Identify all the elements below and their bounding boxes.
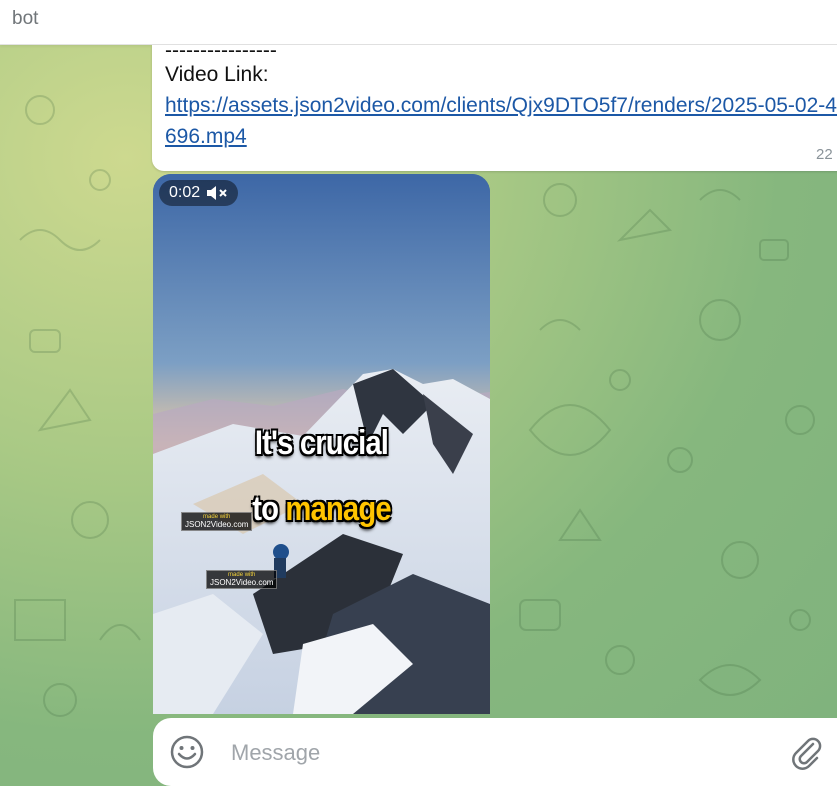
message-label: Video Link: [165,63,269,86]
speaker-muted-icon[interactable] [206,185,228,201]
message-input[interactable] [229,738,753,768]
watermark-badge: made with JSON2Video.com [181,512,253,531]
watermark-badge: made with JSON2Video.com [206,570,278,589]
video-link[interactable]: https://assets.json2video.com/clients/Qj… [165,94,837,148]
message-composer [153,718,837,786]
message-separator: ---------------- [165,43,277,59]
chat-status: bot [12,8,39,29]
caption-highlight: manage [285,490,391,528]
video-message[interactable]: 0:02 It's crucial to manage made with JS… [153,174,490,714]
caption-text: to [252,490,279,528]
message-time: 22 [816,146,833,163]
chat-header: bot [0,0,837,45]
video-caption-line1: It's crucial [254,424,389,462]
watermark-brand: JSON2Video.com [210,578,274,587]
video-duration: 0:02 [169,184,201,201]
message-bubble: ---------------- Video Link: https://ass… [152,43,837,171]
watermark-brand: JSON2Video.com [185,520,249,529]
smile-icon[interactable] [169,734,205,770]
message-text: ---------------- Video Link: https://ass… [165,43,837,152]
paperclip-icon[interactable] [791,736,823,770]
video-duration-badge: 0:02 [159,180,239,206]
